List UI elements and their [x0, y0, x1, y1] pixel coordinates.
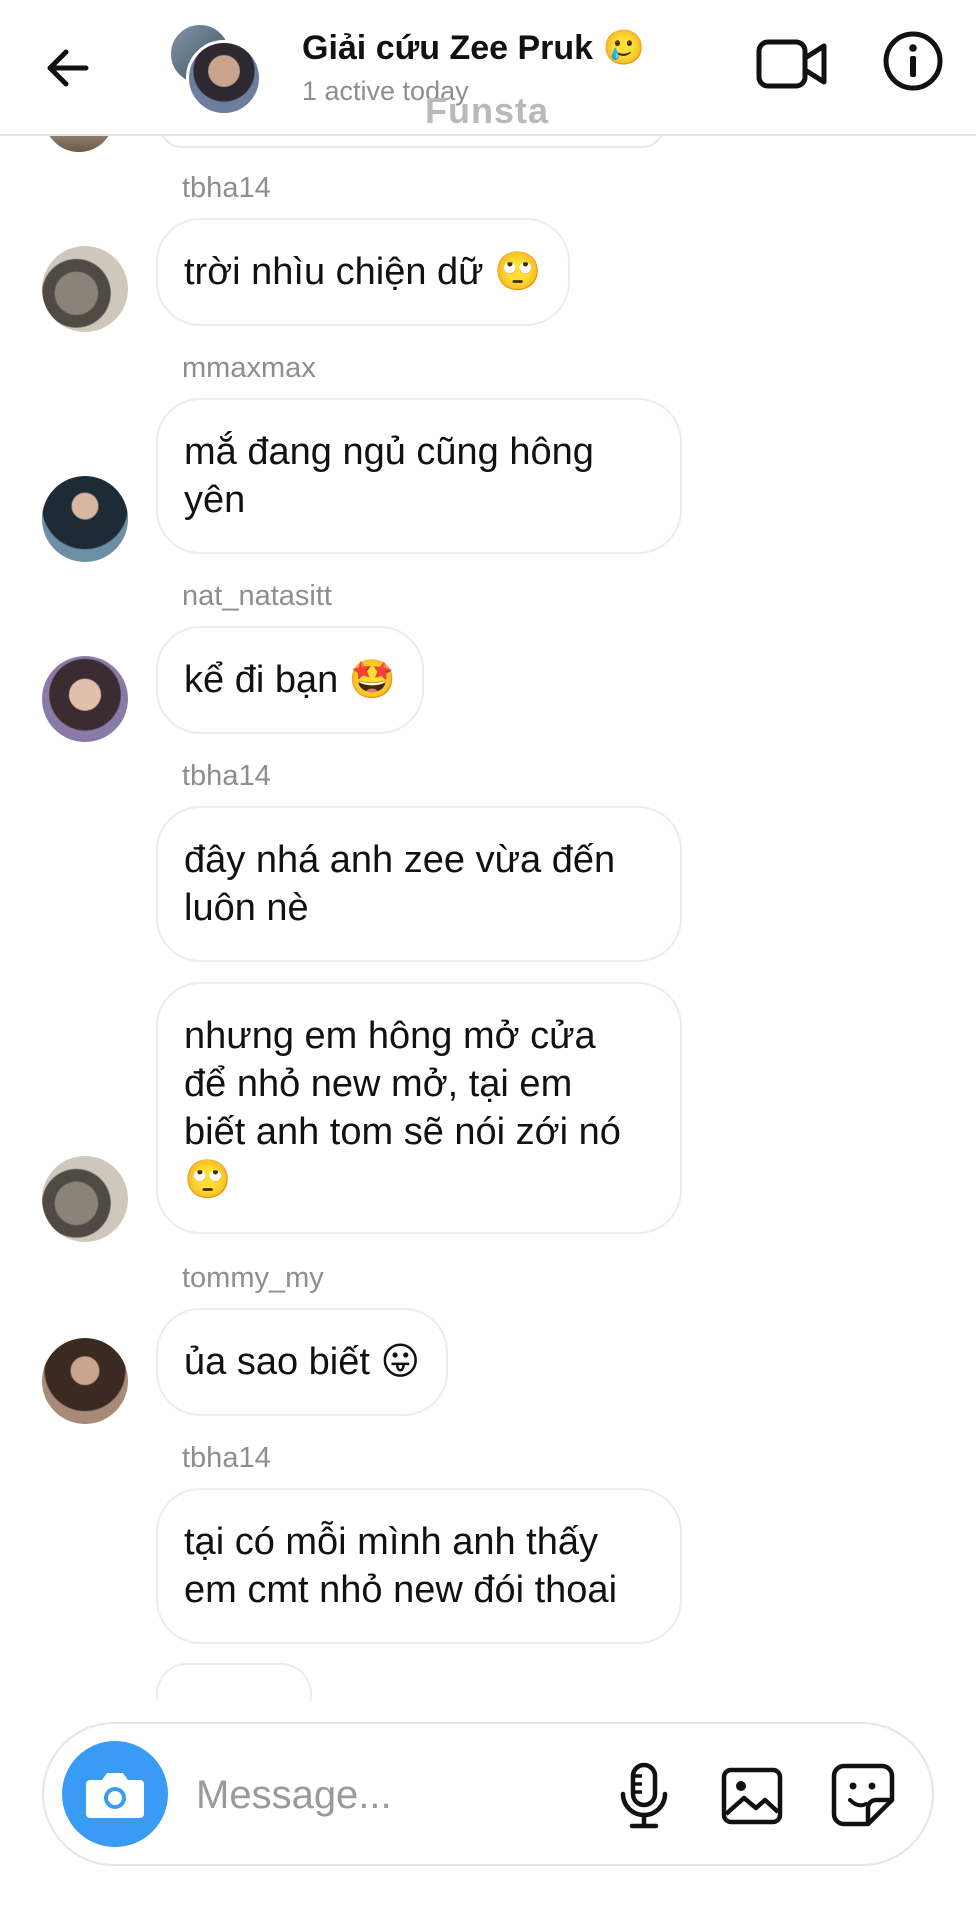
message-bubble[interactable]: nhưng em hông mở cửa để nhỏ new mở, tại …: [156, 982, 682, 1234]
message-text: trời nhìu chiện dữ 🙄: [184, 251, 542, 293]
message-text-line: biết anh tom sẽ nói zới nó: [184, 1111, 621, 1153]
back-button[interactable]: [40, 40, 96, 96]
message-input[interactable]: [194, 1766, 618, 1824]
message-text-line: tại có mỗi mình anh thấy: [184, 1521, 598, 1563]
message-text-line: em cmt nhỏ new đói thoai: [184, 1569, 618, 1611]
microphone-icon: [620, 1762, 668, 1829]
sticker-icon: [831, 1763, 895, 1827]
group-avatar-front: [186, 40, 262, 116]
message-bubble[interactable]: mắ đang ngủ cũng hông yên: [156, 398, 682, 554]
message-bubble[interactable]: trời nhìu chiện dữ 🙄: [156, 218, 570, 326]
chat-header: Giải cứu Zee Pruk 🥲 1 active today Funst…: [0, 0, 976, 136]
message-text-line: 🙄: [184, 1159, 232, 1201]
voice-message-button[interactable]: [612, 1762, 676, 1830]
sender-name: nat_natasitt: [182, 580, 332, 612]
chat-title-emoji: 🥲: [602, 28, 645, 68]
message-bubble[interactable]: đây nhá anh zee vừa đến luôn nè: [156, 806, 682, 962]
message-text-line: mắ đang ngủ cũng hông: [184, 431, 594, 473]
message-text: ủa sao biết 😛: [184, 1341, 421, 1383]
message-list[interactable]: tbha14 trời nhìu chiện dữ 🙄 mmaxmax mắ đ…: [0, 136, 976, 1701]
camera-icon: [86, 1773, 144, 1818]
sender-name: tommy_my: [182, 1262, 324, 1294]
message-text-line: để nhỏ new mở, tại em: [184, 1063, 573, 1105]
sticker-button[interactable]: [830, 1762, 896, 1828]
message-text-line: yên: [184, 479, 246, 521]
avatar[interactable]: [42, 246, 128, 332]
avatar: [44, 136, 114, 152]
message-composer: [42, 1722, 934, 1866]
camera-button[interactable]: [62, 1741, 168, 1847]
message-text-line: luôn nè: [184, 887, 309, 929]
video-call-button[interactable]: [756, 34, 828, 94]
sender-name: tbha14: [182, 1442, 271, 1474]
avatar[interactable]: [42, 476, 128, 562]
sender-name: mmaxmax: [182, 352, 316, 384]
message-bubble[interactable]: ủa sao biết 😛: [156, 1308, 449, 1416]
info-icon: [883, 31, 943, 91]
video-camera-icon: [756, 39, 827, 89]
sender-name: tbha14: [182, 172, 271, 204]
avatar[interactable]: [42, 1338, 128, 1424]
watermark-text: Funsta: [425, 90, 550, 131]
info-button[interactable]: [882, 30, 944, 92]
message-bubble[interactable]: kể đi bạn 🤩: [156, 626, 425, 734]
message-text-line: nhưng em hông mở cửa: [184, 1015, 596, 1057]
arrow-left-icon: [47, 49, 89, 87]
message-bubble-partial: [156, 1663, 312, 1701]
avatar[interactable]: [42, 1156, 128, 1242]
chat-title-text: Giải cứu Zee Pruk: [302, 29, 594, 67]
gallery-button[interactable]: [720, 1764, 784, 1828]
message-text-line: đây nhá anh zee vừa đến: [184, 839, 616, 881]
group-avatar[interactable]: [168, 22, 262, 116]
chat-title[interactable]: Giải cứu Zee Pruk 🥲: [302, 28, 645, 68]
message-bubble-partial: [160, 136, 664, 148]
message-text: kể đi bạn 🤩: [184, 659, 397, 701]
message-bubble[interactable]: tại có mỗi mình anh thấy em cmt nhỏ new …: [156, 1488, 682, 1644]
avatar[interactable]: [42, 656, 128, 742]
sender-name: tbha14: [182, 760, 271, 792]
image-icon: [721, 1767, 783, 1825]
